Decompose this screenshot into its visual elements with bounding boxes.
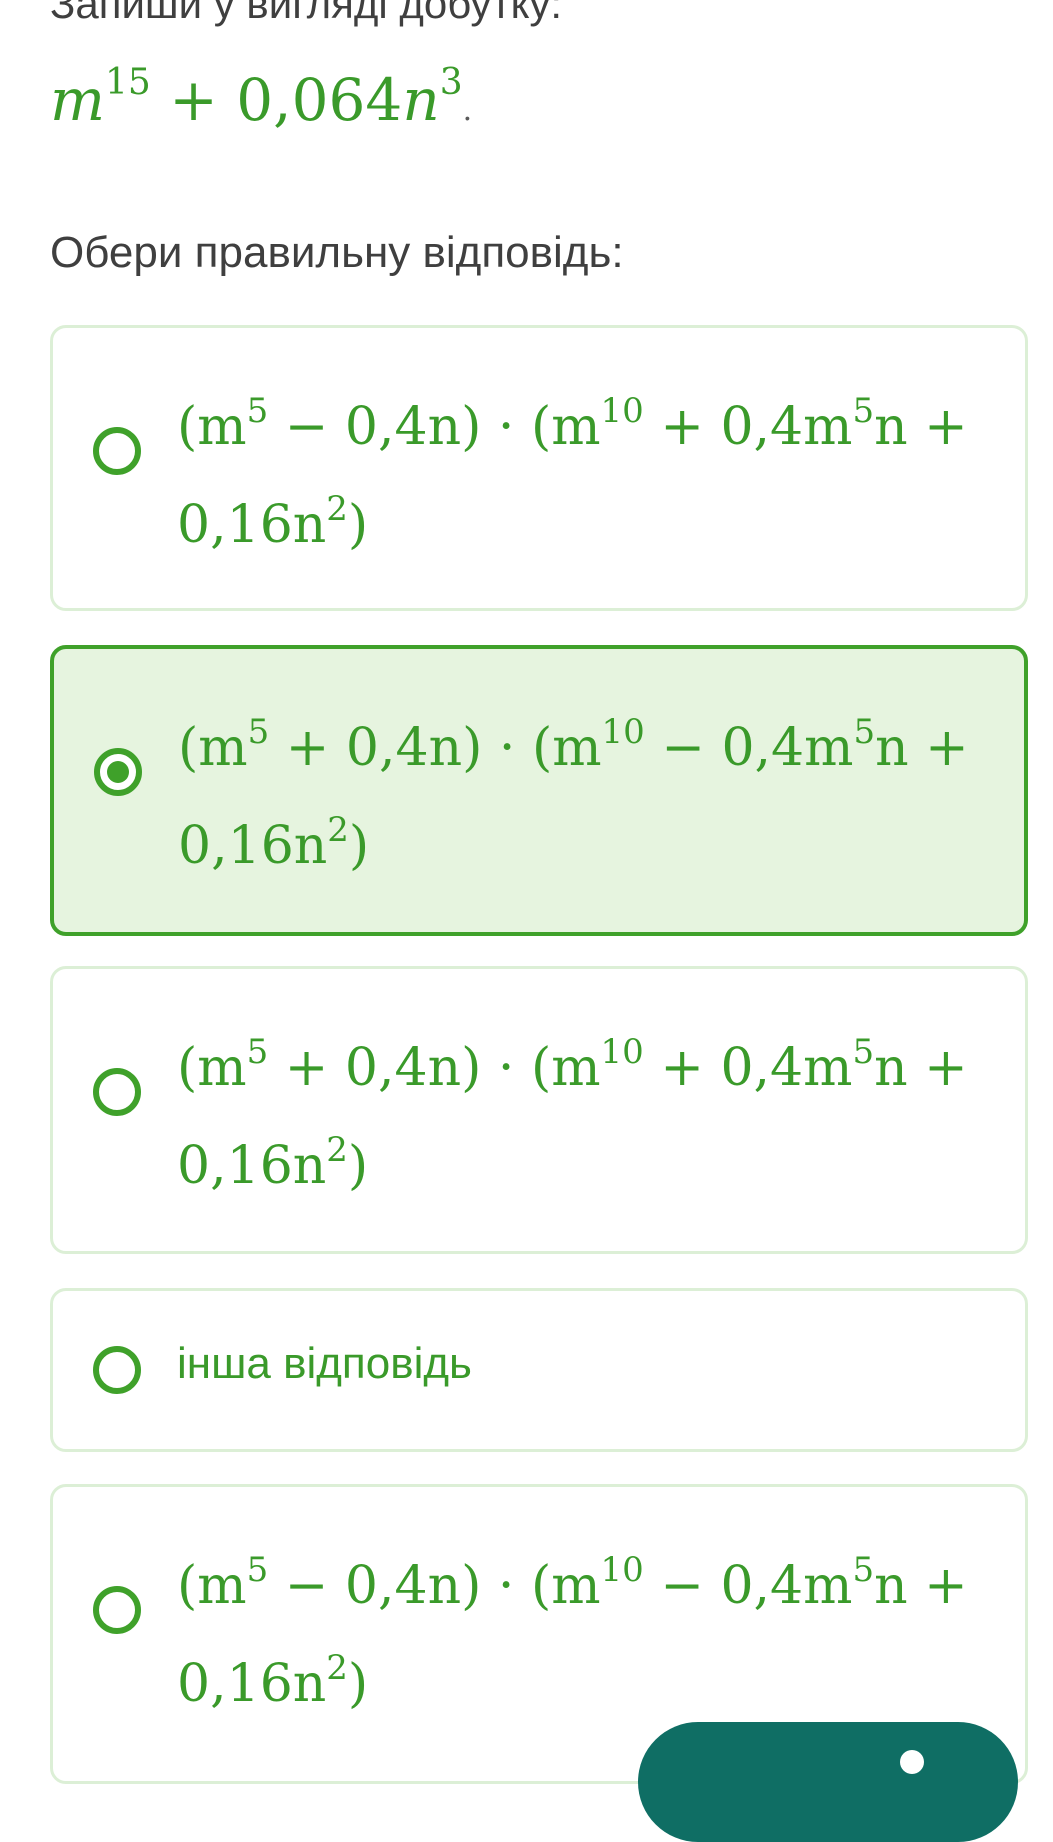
- answer-option-1[interactable]: (m5 − 0,4n) · (m10 + 0,4m5n + 0,16n2): [50, 325, 1028, 611]
- button-icon: [900, 1750, 924, 1774]
- radio-dot-icon: [107, 761, 129, 783]
- radio-button[interactable]: [93, 1586, 141, 1634]
- option-formula: (m5 + 0,4n) · (m10 − 0,4m5n + 0,16n2): [178, 712, 969, 876]
- radio-button[interactable]: [93, 427, 141, 475]
- answer-instruction: Обери правильну відповідь:: [50, 228, 624, 277]
- option-formula: (m5 − 0,4n) · (m10 + 0,4m5n + 0,16n2): [177, 391, 968, 555]
- option-formula: (m5 + 0,4n) · (m10 + 0,4m5n + 0,16n2): [177, 1032, 968, 1196]
- answer-option-2[interactable]: (m5 + 0,4n) · (m10 − 0,4m5n + 0,16n2): [50, 645, 1028, 936]
- radio-button-selected[interactable]: [94, 748, 142, 796]
- option-label: інша відповідь: [177, 1339, 472, 1388]
- radio-button[interactable]: [93, 1346, 141, 1394]
- option-formula: (m5 − 0,4n) · (m10 − 0,4m5n + 0,16n2): [177, 1550, 968, 1714]
- answer-option-other[interactable]: інша відповідь: [50, 1288, 1028, 1452]
- next-button[interactable]: [638, 1722, 1018, 1842]
- task-expression: m15 + 0,064n3.: [50, 62, 473, 134]
- radio-button[interactable]: [93, 1068, 141, 1116]
- answer-option-3[interactable]: (m5 + 0,4n) · (m10 + 0,4m5n + 0,16n2): [50, 966, 1028, 1254]
- task-prompt: Запиши у вигляді добутку:: [50, 0, 563, 27]
